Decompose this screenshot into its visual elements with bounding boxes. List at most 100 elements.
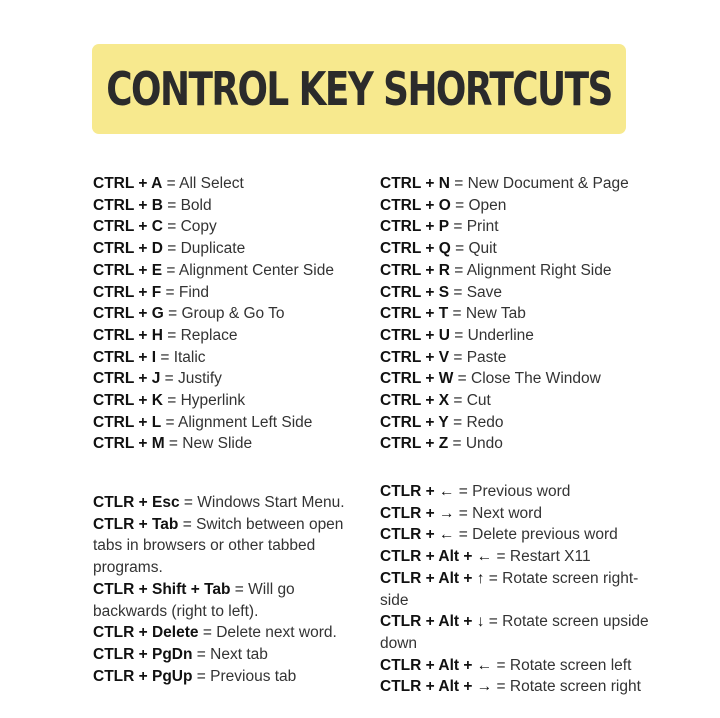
- shortcut-desc: Undo: [465, 435, 503, 453]
- shortcut-row: CTRL + D = Duplicate: [93, 240, 246, 258]
- shortcut-desc: Cut: [466, 392, 491, 410]
- shortcut-row: CTRL + I = Italic: [93, 348, 206, 366]
- shortcut-row: CTRL + S = Save: [380, 283, 503, 301]
- shortcut-row: CTRL + Y = Redo: [380, 413, 504, 431]
- shortcut-row: CTRL + N = New Document & Page: [380, 175, 629, 192]
- shortcut-key: CTRL + Y: [380, 413, 449, 431]
- shortcut-key: CTRL + M: [93, 435, 165, 453]
- shortcut-row: CTLR + Alt + → = Rotate screen right: [380, 678, 641, 696]
- shortcut-row: CTLR + Alt + ← = Restart X11: [380, 548, 591, 566]
- shortcut-row: CTRL + B = Bold: [93, 196, 212, 214]
- shortcut-desc: Previous word: [472, 483, 571, 500]
- shortcut-key: CTRL + R: [380, 261, 450, 279]
- shortcut-desc: Redo: [466, 413, 504, 431]
- shortcut-row: CTLR + ← = Previous word: [380, 483, 571, 500]
- shortcut-list-right-top: CTRL + N = New Document & Page CTRL + O …: [380, 173, 629, 455]
- shortcut-row: CTRL + Q = Quit: [380, 240, 497, 258]
- shortcut-key: CTRL + B: [93, 196, 163, 214]
- shortcut-desc: Restart X11: [509, 548, 591, 566]
- shortcut-desc: Underline: [467, 326, 534, 344]
- shortcut-row: CTRL + V = Paste: [380, 348, 507, 366]
- shortcut-row: CTLR + → = Next word: [380, 504, 542, 522]
- shortcut-desc: Alignment Center Side: [178, 261, 334, 279]
- shortcut-desc: Justify: [178, 370, 222, 388]
- shortcut-key: CTRL + G: [93, 305, 164, 323]
- shortcut-desc: Open: [468, 196, 507, 214]
- shortcut-row: CTRL + L = Alignment Left Side: [93, 413, 313, 431]
- shortcut-key: CTRL + A: [93, 175, 163, 192]
- shortcut-key: CTRL + W: [380, 370, 454, 388]
- shortcut-row: CTRL + T = New Tab: [380, 305, 526, 323]
- shortcut-desc: Italic: [173, 348, 206, 366]
- shortcut-desc: Replace: [180, 326, 238, 344]
- shortcut-key: CTRL + Q: [380, 240, 451, 258]
- shortcut-key: CTLR + →: [380, 504, 455, 522]
- shortcut-desc: Paste: [466, 348, 507, 366]
- shortcut-key: CTRL + K: [93, 392, 163, 410]
- shortcut-key: CTLR + Esc: [93, 494, 180, 511]
- shortcut-desc: Previous tab: [210, 667, 297, 685]
- shortcut-desc: Rotate screen left: [509, 656, 632, 674]
- shortcut-row: CTRL + E = Alignment Center Side: [93, 261, 334, 279]
- shortcut-row: CTLR + Delete = Delete next word.: [93, 624, 337, 642]
- shortcut-key: CTLR + Alt + ↓: [380, 613, 485, 631]
- shortcut-key: CTRL + P: [380, 218, 450, 236]
- shortcut-key: CTRL + F: [93, 283, 162, 301]
- shortcut-key: CTRL + D: [93, 240, 163, 258]
- shortcut-key: CTLR + Shift + Tab: [93, 580, 231, 598]
- title-banner: CONTROL KEY SHORTCUTS: [92, 44, 626, 134]
- shortcut-list-right-bottom: CTLR + ← = Previous word CTLR + → = Next…: [380, 481, 652, 698]
- shortcut-row: CTRL + G = Group & Go To: [93, 305, 285, 323]
- shortcut-row: CTRL + K = Hyperlink: [93, 392, 246, 410]
- shortcut-key: CTLR + Alt + ↑: [380, 569, 485, 587]
- shortcut-key: CTRL + O: [380, 196, 451, 214]
- shortcut-key: CTRL + V: [380, 348, 450, 366]
- shortcut-desc: Find: [178, 283, 210, 301]
- shortcut-key: CTLR + Delete: [93, 624, 199, 642]
- shortcut-desc: Alignment Right Side: [466, 261, 612, 279]
- shortcut-row: CTRL + Z = Undo: [380, 435, 503, 453]
- shortcut-key: CTLR + Alt + ←: [380, 548, 493, 566]
- shortcut-key: CTRL + U: [380, 326, 450, 344]
- shortcut-key: CTLR + PgDn: [93, 645, 193, 663]
- shortcut-key: CTRL + L: [93, 413, 162, 431]
- shortcut-key: CTLR + Tab: [93, 515, 179, 533]
- shortcut-key: CTRL + H: [93, 326, 163, 344]
- shortcut-desc: Bold: [180, 196, 212, 214]
- shortcut-key: CTRL + Z: [380, 435, 449, 453]
- shortcut-key: CTLR + Alt + ←: [380, 656, 493, 674]
- shortcut-key: CTRL + J: [93, 370, 161, 388]
- shortcut-row: CTRL + H = Replace: [93, 326, 238, 344]
- shortcut-row: CTRL + J = Justify: [93, 370, 222, 388]
- shortcut-row: CTRL + C = Copy: [93, 218, 217, 236]
- shortcut-row: CTLR + Esc = Windows Start Menu.: [93, 494, 345, 511]
- shortcut-desc: Next tab: [210, 645, 268, 663]
- shortcut-desc: Windows Start Menu.: [197, 494, 345, 511]
- shortcut-key: CTLR + PgUp: [93, 667, 193, 685]
- shortcut-desc: Rotate screen right: [509, 678, 641, 696]
- shortcut-desc: Quit: [468, 240, 497, 258]
- shortcut-desc: Delete next word.: [216, 624, 337, 642]
- shortcut-row: CTLR + Alt + ↑ = Rotate screen right-sid…: [380, 569, 639, 609]
- shortcut-key: CTRL + I: [93, 348, 157, 366]
- shortcut-row: CTRL + P = Print: [380, 218, 499, 236]
- shortcut-row: CTRL + F = Find: [93, 283, 210, 301]
- shortcut-row: CTLR + Shift + Tab = Will go backwards (…: [93, 580, 295, 620]
- page-title: CONTROL KEY SHORTCUTS: [106, 62, 613, 116]
- shortcut-desc: All Select: [179, 175, 244, 192]
- shortcut-desc: Group & Go To: [181, 305, 285, 323]
- shortcut-desc: Delete previous word: [472, 526, 618, 544]
- shortcut-key: CTRL + E: [93, 261, 163, 279]
- shortcut-list-left-top: CTRL + A = All Select CTRL + B = Bold CT…: [93, 173, 334, 455]
- shortcut-row: CTRL + M = New Slide: [93, 435, 253, 453]
- shortcut-desc: Duplicate: [180, 240, 246, 258]
- shortcut-key: CTRL + S: [380, 283, 450, 301]
- shortcut-row: CTRL + U = Underline: [380, 326, 534, 344]
- shortcut-row: CTRL + O = Open: [380, 196, 507, 214]
- shortcut-desc: Print: [466, 218, 499, 236]
- shortcut-key: CTLR + ←: [380, 526, 455, 544]
- shortcut-desc: Next word: [472, 504, 542, 522]
- shortcut-desc: Alignment Left Side: [178, 413, 313, 431]
- shortcut-row: CTLR + Alt + ← = Rotate screen left: [380, 656, 632, 674]
- shortcut-desc: New Slide: [182, 435, 253, 453]
